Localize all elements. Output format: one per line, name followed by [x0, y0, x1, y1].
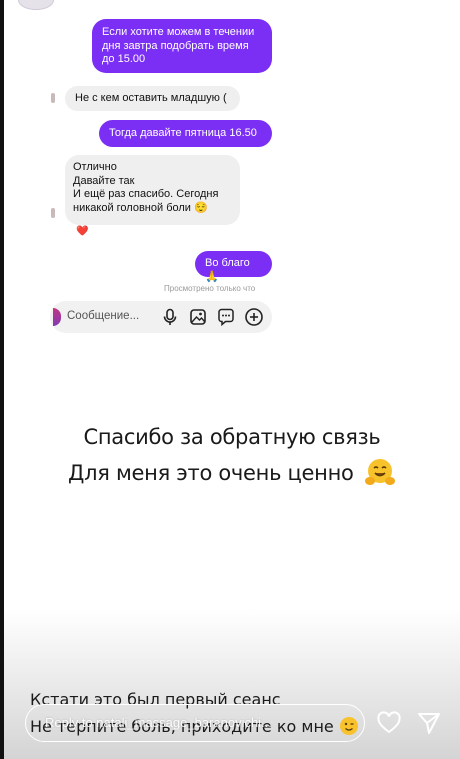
- story-caption-line-2: Для меня это очень ценно: [4, 457, 460, 487]
- composer-avatar: [53, 308, 61, 326]
- message-outgoing: Во благо🙏: [195, 251, 272, 283]
- sender-avatar: [51, 208, 55, 218]
- send-icon[interactable]: [416, 710, 442, 736]
- composer-placeholder: Сообщение...: [67, 310, 140, 322]
- message-outgoing: Тогда давайте пятница 16.50: [99, 120, 272, 147]
- hug-emoji-icon: [364, 459, 395, 485]
- seen-status: Просмотрено только что: [164, 284, 256, 293]
- heart-reaction[interactable]: ❤️: [76, 226, 88, 237]
- story-frame: Если хотите можем в течении дня завтра п…: [4, 0, 460, 759]
- add-icon[interactable]: [244, 307, 264, 327]
- story-caption-line-1: Спасибо за обратную связь: [83, 425, 381, 449]
- gallery-icon[interactable]: [188, 307, 208, 327]
- message-outgoing: Если хотите можем в течении дня завтра п…: [92, 19, 272, 73]
- story-avatar[interactable]: [18, 0, 54, 10]
- reply-placeholder: Reply to natali_massage_baranovichi...: [45, 715, 272, 730]
- message-composer[interactable]: Сообщение...: [50, 301, 272, 333]
- sticker-icon[interactable]: [216, 307, 236, 327]
- message-incoming: Отлично Давайте так И ещё раз спасибо. С…: [65, 155, 240, 225]
- sender-avatar: [51, 93, 55, 103]
- heart-icon[interactable]: [376, 710, 402, 736]
- reply-input[interactable]: Reply to natali_massage_baranovichi...: [25, 704, 365, 742]
- mic-icon[interactable]: [160, 307, 180, 327]
- caption-text: Для меня это очень ценно: [68, 461, 354, 485]
- message-incoming: Не с кем оставить младшую (: [65, 86, 240, 111]
